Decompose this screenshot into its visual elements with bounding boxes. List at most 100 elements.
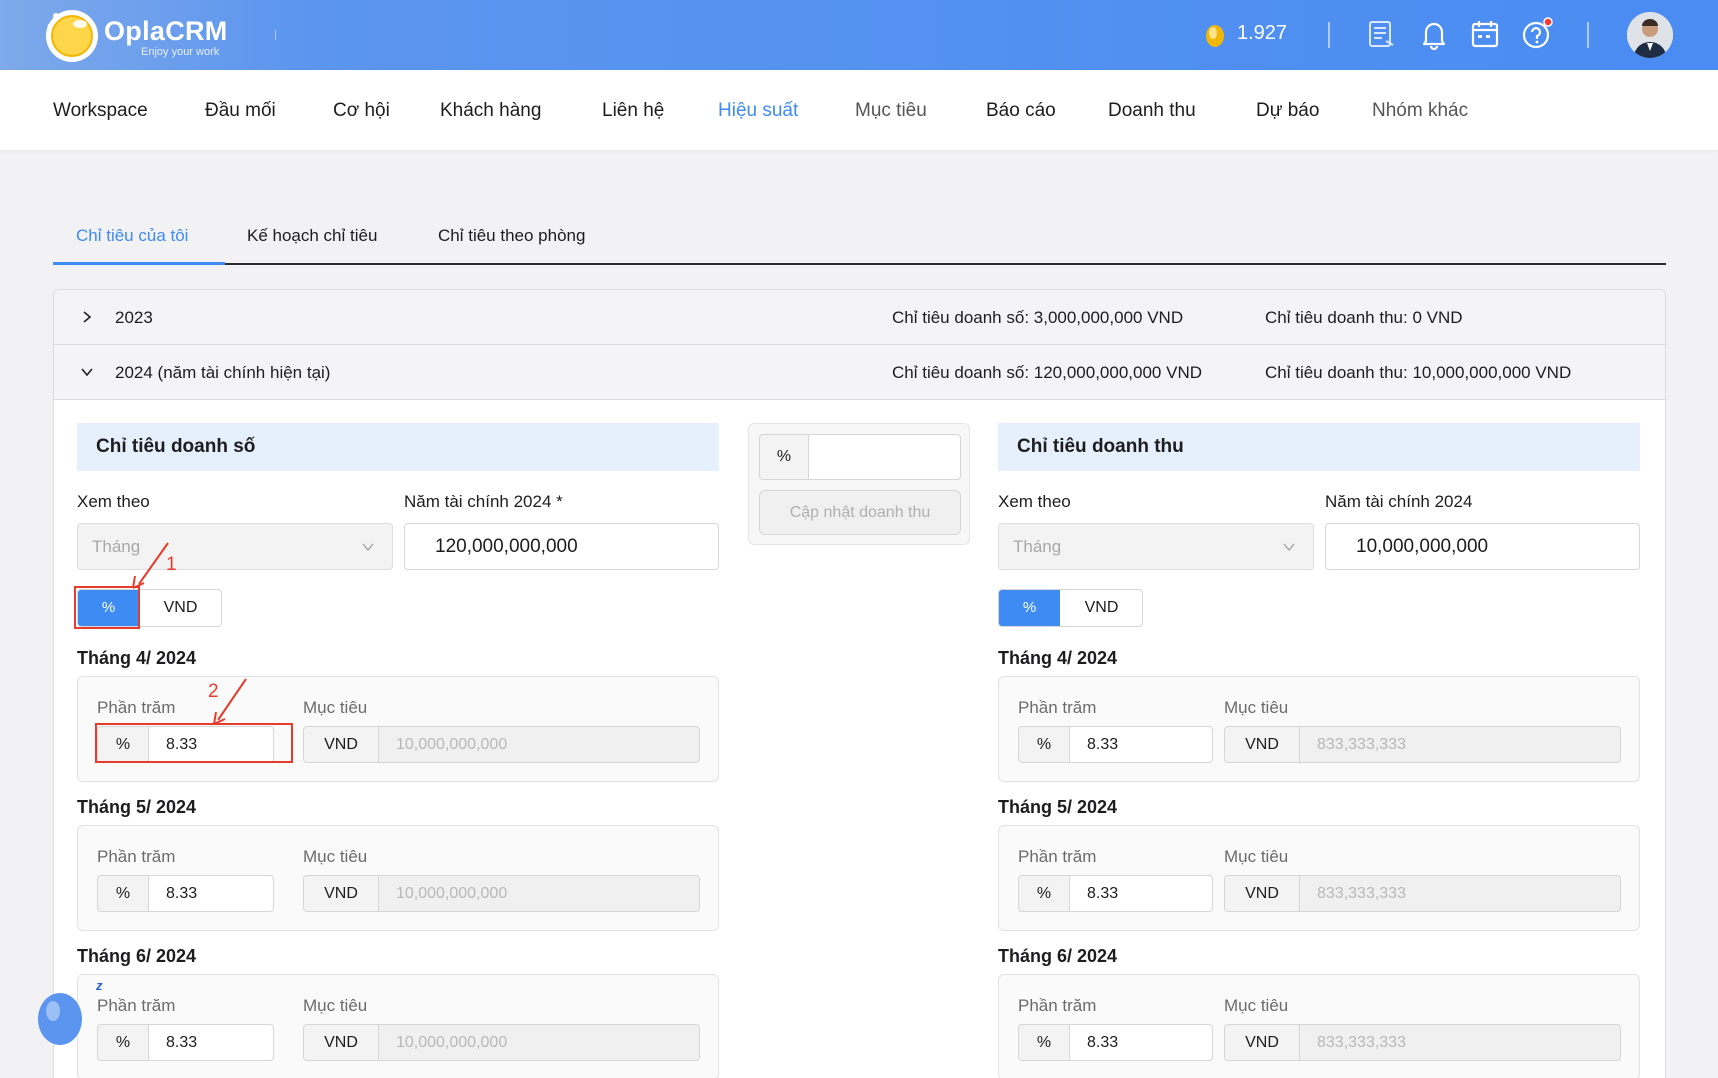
year-revenue-target: Chỉ tiêu doanh thu: 0 VND [1265,308,1463,327]
year-sales-target: Chỉ tiêu doanh số: 3,000,000,000 VND [892,308,1184,327]
input-value: 120,000,000,000 [435,536,578,557]
target-label: Mục tiêu [303,847,368,866]
tab-department-targets[interactable]: Chỉ tiêu theo phòng [438,226,585,246]
month-title: Tháng 4/ 2024 [998,648,1118,668]
month-card: Phần trăm Mục tiêu % 8.33 VND 10,000,000… [77,825,719,931]
annotation-box-2 [95,723,293,763]
percent-label: Phần trăm [1018,996,1097,1015]
target-amount-field: 833,333,333 [1299,726,1621,763]
year-revenue-target: Chỉ tiêu doanh thu: 10,000,000,000 VND [1265,363,1572,382]
section-title: Chỉ tiêu doanh số [96,436,256,457]
vnd-addon: VND [303,1024,379,1061]
month-title: Tháng 6/ 2024 [77,946,197,966]
bulk-percent-input[interactable] [808,434,961,480]
annotation-box-1 [74,586,140,629]
year-label: 2024 (năm tài chính hiện tại) [115,363,331,382]
year-row-2024[interactable]: 2024 (năm tài chính hiện tại) Chỉ tiêu d… [54,345,1665,400]
calendar-icon[interactable] [1468,17,1502,51]
target-amount-field: 833,333,333 [1299,1024,1621,1061]
percent-input[interactable]: 8.33 [1069,1024,1213,1061]
avatar[interactable] [1627,12,1673,58]
year-row-2023[interactable]: 2023 Chỉ tiêu doanh số: 3,000,000,000 VN… [54,290,1665,345]
toggle-vnd-button[interactable]: VND [1060,590,1142,626]
tab-my-targets[interactable]: Chỉ tiêu của tôi [76,226,188,246]
target-label: Mục tiêu [303,996,368,1015]
percent-addon: % [759,434,809,480]
percent-input[interactable]: 8.33 [1069,875,1213,912]
target-amount-field: 833,333,333 [1299,875,1621,912]
vnd-addon: VND [303,726,379,763]
brand-name: OplaCRM [104,16,228,46]
target-tabs: Chỉ tiêu của tôi Kế hoạch chỉ tiêu Chỉ t… [53,215,1666,265]
vnd-addon: VND [303,875,379,912]
coin-count[interactable]: 1.927 [1237,22,1287,45]
top-bar: OplaCRM Enjoy your work 1.927 [0,0,1718,70]
percent-input[interactable]: 8.33 [1069,726,1213,763]
sales-fiscal-year-input[interactable]: 120,000,000,000 [404,523,719,570]
target-label: Mục tiêu [1224,698,1289,717]
input-value: 10,000,000,000 [1356,536,1489,557]
nav-workspace[interactable]: Workspace [53,100,148,122]
section-title: Chỉ tiêu doanh thu [1017,436,1184,457]
revenue-unit-toggle: % VND [998,589,1143,627]
percent-label: Phần trăm [1018,847,1097,866]
bulk-update-card: % Cập nhật doanh thu [748,423,970,545]
nav-performance[interactable]: Hiệu suất [718,100,798,122]
nav-customers[interactable]: Khách hàng [440,100,541,122]
nav-goals[interactable]: Mục tiêu [855,100,927,122]
nav-other-groups[interactable]: Nhóm khác [1372,100,1468,122]
target-label: Mục tiêu [303,698,368,717]
annotation-number-1: 1 [166,554,177,575]
target-label: Mục tiêu [1224,847,1289,866]
annotation-number-2: 2 [208,681,219,702]
percent-label: Phần trăm [97,698,176,717]
percent-label: Phần trăm [1018,698,1097,717]
month-title: Tháng 4/ 2024 [77,648,197,668]
month-card: Phần trăm Mục tiêu % 8.33 VND 833,333,33… [998,974,1640,1078]
toggle-vnd-button[interactable]: VND [139,590,221,626]
select-value: Tháng [92,537,141,556]
report-icon[interactable] [1364,17,1398,51]
bell-icon[interactable] [1417,17,1451,51]
chevron-right-icon[interactable] [80,310,94,324]
percent-input[interactable]: 8.33 [148,875,274,912]
sales-view-by-select[interactable]: Tháng [77,523,393,570]
update-revenue-button[interactable]: Cập nhật doanh thu [759,490,961,535]
percent-addon: % [97,1024,149,1061]
nav-reports[interactable]: Báo cáo [986,100,1056,122]
chevron-down-icon[interactable] [80,365,94,379]
nav-contacts[interactable]: Liên hệ [602,100,664,122]
nav-opportunities[interactable]: Cơ hội [333,100,390,122]
revenue-view-by-select[interactable]: Tháng [998,523,1314,570]
target-label: Mục tiêu [1224,996,1289,1015]
tab-target-plan[interactable]: Kế hoạch chỉ tiêu [247,226,377,246]
target-amount-field: 10,000,000,000 [378,1024,700,1061]
year-sales-target: Chỉ tiêu doanh số: 120,000,000,000 VND [892,363,1203,382]
percent-addon: % [1018,726,1070,763]
percent-addon: % [97,875,149,912]
nav-revenue[interactable]: Doanh thu [1108,100,1196,122]
view-by-label: Xem theo [998,492,1071,511]
nav-forecast[interactable]: Dự báo [1256,100,1319,122]
toggle-percent-button[interactable]: % [999,590,1060,626]
header-divider [1587,22,1589,48]
year-label: 2023 [115,308,153,327]
month-title: Tháng 5/ 2024 [77,797,197,817]
revenue-fiscal-year-input[interactable]: 10,000,000,000 [1325,523,1640,570]
chevron-down-icon [1283,543,1295,552]
nav-leads[interactable]: Đầu mối [205,100,276,122]
revenue-target-header: Chỉ tiêu doanh thu [998,423,1640,471]
brand-tagline: Enjoy your work [141,46,220,58]
egg-mascot-icon[interactable] [36,985,84,1045]
help-icon[interactable] [1520,17,1554,51]
percent-addon: % [1018,1024,1070,1061]
coin-icon [1206,25,1224,47]
month-card: Phần trăm Mục tiêu % 8.33 VND 10,000,000… [77,974,719,1078]
snore-text: z [96,978,103,993]
target-amount-field: 10,000,000,000 [378,875,700,912]
percent-input[interactable]: 8.33 [148,1024,274,1061]
oplacrm-logo-icon[interactable] [42,6,102,64]
percent-label: Phần trăm [97,996,176,1015]
month-title: Tháng 6/ 2024 [998,946,1118,966]
select-value: Tháng [1013,537,1062,556]
